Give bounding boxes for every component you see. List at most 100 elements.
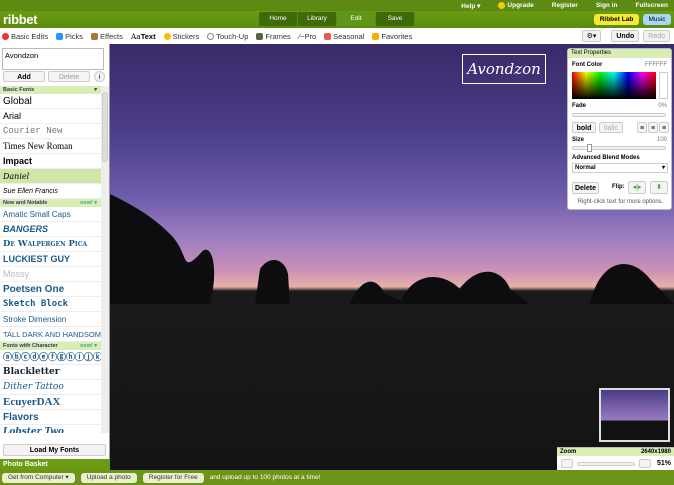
align-left-button[interactable]: ≡: [637, 122, 647, 133]
tab-seasonal[interactable]: Seasonal: [324, 32, 364, 41]
scroll-thumb[interactable]: [102, 92, 108, 162]
upgrade-link[interactable]: Upgrade: [498, 1, 534, 9]
register-link[interactable]: Register: [552, 2, 578, 9]
photo-basket-header[interactable]: Photo Basket: [0, 459, 110, 470]
tab-picks[interactable]: Picks: [56, 32, 83, 41]
zoom-in-icon[interactable]: [639, 459, 651, 468]
align-center-button[interactable]: ≡: [648, 122, 658, 133]
font-item[interactable]: Sue Ellen Francis: [0, 184, 101, 199]
nav-edit[interactable]: Edit: [337, 12, 376, 26]
new-notable-header[interactable]: New and Notable new! ▾: [0, 199, 101, 207]
size-slider[interactable]: [572, 144, 666, 152]
upload-note: and upload up to 100 photos at a time!: [209, 474, 321, 481]
undo-button[interactable]: Undo: [611, 30, 640, 42]
font-item[interactable]: Impact: [0, 154, 101, 169]
tab-effects[interactable]: Effects: [91, 32, 123, 41]
tab-label: Favorites: [381, 31, 413, 41]
register-free-button[interactable]: Register for Free: [142, 472, 204, 483]
new-badge: new! ▾: [80, 343, 97, 349]
font-item[interactable]: Times New Roman: [0, 139, 101, 154]
font-item[interactable]: De Walpergen Pica: [0, 237, 101, 252]
fade-slider[interactable]: [572, 113, 666, 117]
font-item[interactable]: Blackletter: [0, 365, 101, 380]
font-item[interactable]: BANGERS: [0, 222, 101, 237]
info-icon[interactable]: i: [94, 71, 105, 82]
delete-button[interactable]: Delete: [48, 71, 90, 82]
bold-button[interactable]: bold: [572, 122, 596, 133]
text-input[interactable]: Avondzon: [2, 48, 104, 70]
edit-toolbar: Basic Edits Picks Effects AaText Sticker…: [0, 28, 674, 44]
color-picker[interactable]: [572, 72, 656, 99]
font-item[interactable]: Stroke Dimension: [0, 312, 101, 327]
nav-library[interactable]: Library: [298, 12, 337, 26]
signin-link[interactable]: Sign in: [596, 2, 618, 9]
text-layer[interactable]: Avondzon: [462, 54, 546, 84]
upload-photo-button[interactable]: Upload a photo: [80, 472, 137, 483]
basic-fonts-header[interactable]: Basic Fonts ▾: [0, 86, 101, 94]
header: ribbet Home Library Edit Save Ribbet Lab…: [0, 11, 674, 28]
panel-title: Text Properties: [568, 49, 671, 58]
tab-frames[interactable]: Frames: [256, 32, 291, 41]
font-color-value: FFFFFF: [645, 62, 667, 68]
font-list-scrollbar[interactable]: [101, 86, 109, 433]
get-from-computer-button[interactable]: Get from Computer ▾: [2, 472, 75, 483]
stickers-icon: [163, 32, 171, 40]
font-item[interactable]: Dither Tattoo: [0, 380, 101, 395]
main-nav: Home Library Edit Save: [259, 12, 415, 26]
basket-title: Photo Basket: [3, 461, 48, 468]
flip-horizontal-button[interactable]: ◂|▸: [628, 181, 646, 194]
ribbet-lab-button[interactable]: Ribbet Lab: [594, 14, 639, 25]
font-item[interactable]: ⓐⓑⓒⓓⓔⓕⓖⓗⓘⓙⓚ: [0, 350, 101, 365]
font-item[interactable]: Poetsen One: [0, 282, 101, 297]
tab-label: Stickers: [172, 31, 200, 41]
font-item[interactable]: Mossy: [0, 267, 101, 282]
load-my-fonts-button[interactable]: Load My Fonts: [3, 444, 106, 456]
help-menu[interactable]: Help ▾: [461, 2, 480, 10]
settings-button[interactable]: ⚙▾: [581, 30, 602, 42]
blend-mode-select[interactable]: Normal ▾: [572, 163, 668, 173]
delete-text-button[interactable]: Delete: [572, 182, 599, 194]
font-item[interactable]: EcuyerDAX: [0, 395, 101, 410]
coin-icon: [498, 1, 506, 9]
font-item[interactable]: TALL DARK AND HANDSOME: [0, 327, 101, 342]
nav-home[interactable]: Home: [259, 12, 298, 26]
redo-button[interactable]: Redo: [643, 30, 670, 42]
font-item[interactable]: Global: [0, 94, 101, 109]
hint-text: Right-click text for more options.: [577, 199, 664, 205]
tab-touch-up[interactable]: Touch-Up: [207, 32, 248, 41]
font-item[interactable]: Arial: [0, 109, 101, 124]
font-item[interactable]: Lobster Two: [0, 425, 101, 433]
font-item[interactable]: Amatic Small Caps: [0, 207, 101, 222]
chevron-down-icon: ▾: [661, 165, 665, 171]
size-slider-thumb[interactable]: [587, 144, 592, 152]
basic-edits-icon: [2, 32, 9, 40]
zoom-slider[interactable]: [577, 462, 635, 466]
flip-label: Flip:: [612, 184, 625, 190]
flip-vertical-button[interactable]: ⬍: [650, 181, 668, 194]
section-label: Fonts with Character: [3, 343, 58, 349]
zoom-out-icon[interactable]: [561, 459, 573, 468]
font-item[interactable]: LUCKIEST GUY: [0, 252, 101, 267]
tab-basic-edits[interactable]: Basic Edits: [2, 32, 48, 41]
font-item[interactable]: Flavors: [0, 410, 101, 425]
image-dimensions: 2640x1980: [640, 449, 671, 455]
add-button[interactable]: Add: [3, 71, 45, 82]
navigator-thumbnail[interactable]: [599, 388, 670, 442]
section-label: New and Notable: [3, 200, 48, 206]
font-item[interactable]: Sketch Block: [0, 297, 101, 312]
nav-save[interactable]: Save: [376, 12, 415, 26]
align-right-button[interactable]: ≡: [659, 122, 669, 133]
tab-pro[interactable]: ∕~Pro: [299, 32, 316, 41]
tab-text[interactable]: AaText: [131, 32, 156, 41]
color-swatch: [659, 72, 668, 99]
fonts-character-header[interactable]: Fonts with Character new! ▾: [0, 342, 101, 350]
text-sidebar: Avondzon Add Delete i Basic Fonts ▾ Globa…: [0, 44, 110, 459]
music-button[interactable]: Music: [643, 14, 671, 25]
logo[interactable]: ribbet: [3, 12, 38, 27]
font-item-selected[interactable]: Daniel: [0, 169, 101, 184]
font-item[interactable]: Courier New: [0, 124, 101, 139]
tab-favorites[interactable]: Favorites: [372, 32, 412, 41]
italic-button[interactable]: italic: [599, 122, 623, 133]
tab-stickers[interactable]: Stickers: [163, 31, 200, 41]
fullscreen-link[interactable]: Fullscreen: [635, 2, 668, 9]
